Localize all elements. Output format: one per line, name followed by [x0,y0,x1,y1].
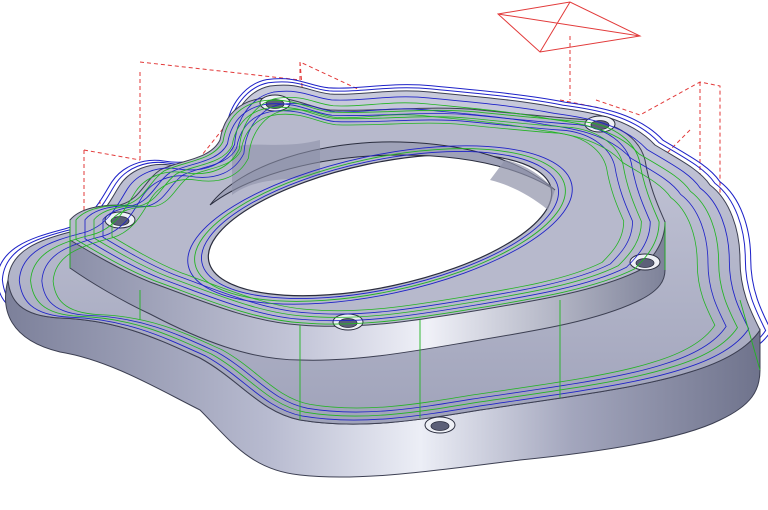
bolt-hole-bore [338,318,358,328]
bolt-hole-bore [430,421,450,431]
toolpath-scene[interactable] [0,0,768,510]
cam-viewport[interactable] [0,0,768,510]
bolt-hole-bore [635,258,655,268]
tool-cone-icon [496,1,642,100]
